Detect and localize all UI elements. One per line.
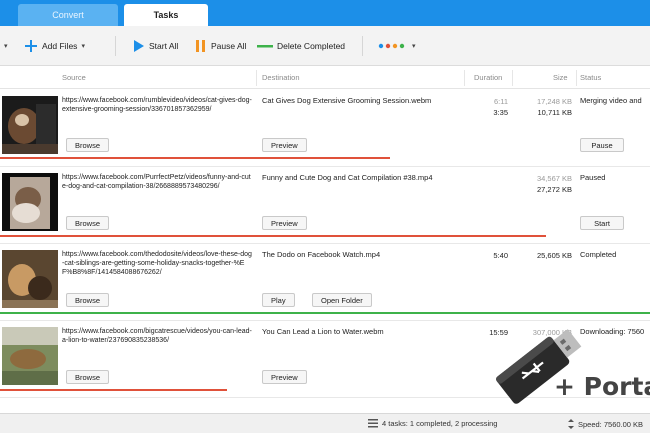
progress-bar: [0, 312, 650, 314]
minus-icon: [257, 45, 273, 48]
table-row[interactable]: https://www.facebook.com/PurrfectPetz/vi…: [0, 167, 650, 244]
size-value: 25,605 KB: [536, 251, 572, 260]
tab-convert[interactable]: Convert: [18, 4, 118, 26]
tab-bar: Convert Tasks: [0, 0, 650, 26]
duration-cell: 5:40: [470, 250, 508, 261]
video-thumbnail: [2, 96, 58, 154]
delete-completed-button[interactable]: Delete Completed: [257, 38, 345, 54]
start-all-button[interactable]: Start All: [133, 38, 178, 54]
usb-drive-icon: [495, 329, 582, 404]
preview-button[interactable]: Preview: [262, 370, 307, 384]
column-divider: [464, 70, 465, 86]
column-source[interactable]: Source: [62, 73, 86, 82]
progress-bar: [0, 389, 227, 391]
preview-button[interactable]: Preview: [262, 216, 307, 230]
portable-overlay-text: + Porta: [554, 372, 650, 401]
duration-cell: 6:11 3:35: [470, 96, 508, 118]
source-url: https://www.facebook.com/thedodosite/vid…: [62, 251, 252, 276]
add-files-label: Add Files: [42, 41, 78, 51]
pause-all-label: Pause All: [211, 41, 247, 51]
size-value: 10,711 KB: [537, 108, 572, 117]
duration-value: 5:40: [493, 251, 508, 260]
chevron-down-icon[interactable]: ▾: [81, 42, 85, 50]
destination-filename: You Can Lead a Lion to Water.webm: [262, 327, 384, 336]
toolbar-divider: [115, 36, 116, 56]
table-row[interactable]: https://www.facebook.com/rumblevideo/vid…: [0, 90, 650, 167]
toolbar-divider: [362, 36, 363, 56]
preview-button[interactable]: Preview: [262, 138, 307, 152]
column-destination[interactable]: Destination: [262, 73, 300, 82]
play-icon: [134, 40, 144, 52]
status-bar: 4 tasks: 1 completed, 2 processing Speed…: [0, 413, 650, 433]
task-summary-text: 4 tasks: 1 completed, 2 processing: [382, 419, 498, 428]
status-text: Merging video and: [580, 96, 642, 105]
column-duration[interactable]: Duration: [474, 73, 502, 82]
task-summary: 4 tasks: 1 completed, 2 processing: [368, 419, 497, 428]
column-divider: [576, 70, 577, 86]
toolbar: ▾ Add Files ▾ Start All Pause All Delete…: [0, 26, 650, 66]
size-cell: 34,567 KB 27,272 KB: [512, 173, 572, 195]
table-row[interactable]: https://www.facebook.com/thedodosite/vid…: [0, 244, 650, 321]
destination-filename: Funny and Cute Dog and Cat Compilation #…: [262, 173, 433, 182]
color-dots-icon: [378, 43, 405, 49]
color-menu-button[interactable]: ▾: [378, 38, 416, 54]
speed-indicator: Speed: 7560.00 KB: [568, 419, 643, 429]
duration-progress: 6:11: [493, 97, 508, 106]
video-thumbnail: [2, 327, 58, 385]
browse-button[interactable]: Browse: [66, 370, 110, 384]
source-url: https://www.facebook.com/rumblevideo/vid…: [62, 97, 252, 113]
plus-icon: [25, 40, 37, 52]
play-button[interactable]: Play: [262, 293, 295, 307]
start-all-label: Start All: [149, 41, 179, 51]
tab-tasks[interactable]: Tasks: [124, 4, 208, 26]
arrows-icon: [568, 419, 574, 429]
list-icon: [368, 419, 378, 428]
progress-bar: [0, 157, 390, 159]
add-files-button[interactable]: Add Files ▾: [24, 38, 85, 54]
status-text: Completed: [580, 250, 617, 259]
destination-filename: Cat Gives Dog Extensive Grooming Session…: [262, 96, 432, 105]
column-status[interactable]: Status: [580, 73, 601, 82]
column-divider: [512, 70, 513, 86]
duration-value: 3:35: [493, 108, 508, 117]
start-button[interactable]: Start: [580, 216, 624, 230]
size-cell: 17,248 KB 10,711 KB: [512, 96, 572, 118]
pause-button[interactable]: Pause: [580, 138, 624, 152]
size-value: 27,272 KB: [536, 185, 572, 194]
status-text: Paused: [580, 173, 606, 182]
delete-completed-label: Delete Completed: [277, 41, 346, 51]
menu-caret-icon[interactable]: ▾: [4, 38, 8, 54]
size-cell: 25,605 KB: [512, 250, 572, 261]
task-table-header: Source Destination Duration Size Status: [0, 67, 650, 89]
chevron-down-icon: ▾: [412, 43, 416, 50]
pause-all-button[interactable]: Pause All: [195, 38, 246, 54]
pause-icon: [196, 40, 205, 52]
size-progress: 34,567 KB: [536, 174, 572, 183]
open-folder-button[interactable]: Open Folder: [312, 293, 372, 307]
browse-button[interactable]: Browse: [66, 138, 110, 152]
column-size[interactable]: Size: [553, 73, 568, 82]
source-url: https://www.facebook.com/PurrfectPetz/vi…: [62, 174, 251, 190]
video-thumbnail: [2, 250, 58, 308]
destination-filename: The Dodo on Facebook Watch.mp4: [262, 250, 381, 259]
status-text: Downloading: 7560: [580, 327, 645, 336]
source-url: https://www.facebook.com/bigcatrescue/vi…: [62, 328, 252, 344]
column-divider: [256, 70, 257, 86]
browse-button[interactable]: Browse: [66, 293, 110, 307]
video-thumbnail: [2, 173, 58, 231]
size-progress: 17,248 KB: [536, 97, 572, 106]
browse-button[interactable]: Browse: [66, 216, 110, 230]
progress-bar: [0, 235, 546, 237]
speed-text: Speed: 7560.00 KB: [578, 419, 644, 429]
